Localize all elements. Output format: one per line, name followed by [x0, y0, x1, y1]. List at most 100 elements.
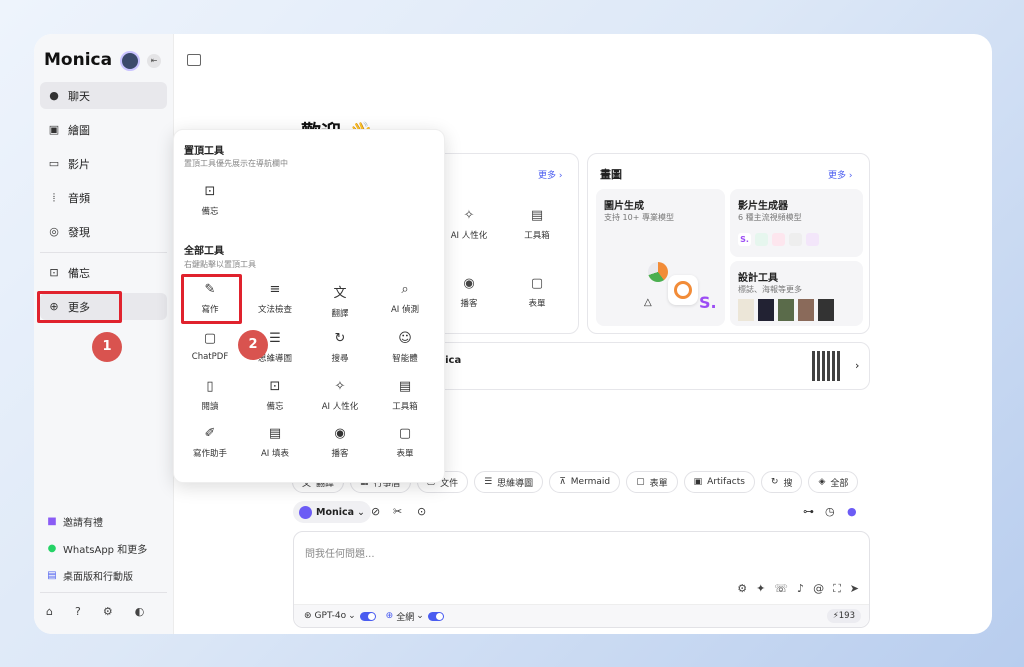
chip-search[interactable]: ↻ 搜	[760, 471, 803, 493]
magic-icon[interactable]: ✦	[756, 582, 765, 596]
tool-ai-detect[interactable]: ⌕ AI 偵測	[373, 282, 437, 315]
tool-toolbox[interactable]: ▤ 工具箱	[373, 379, 437, 412]
expand-icon[interactable]: ⛶	[833, 582, 841, 596]
tool-label: 工具箱	[392, 402, 418, 412]
footer-web-label[interactable]: 全網	[396, 610, 414, 623]
avatar[interactable]	[120, 51, 140, 71]
tools-more-link[interactable]: 更多 ›	[538, 168, 562, 181]
composer-toolbar: Monica ⌄ ⊘ ✂ ⊙ ⊶ ◷ ●	[293, 501, 992, 523]
sidebar-item-audio[interactable]: ⦙ 音頻	[40, 184, 167, 211]
ring-icon	[674, 281, 692, 299]
video-generator-tile[interactable]: 影片生成器 6 種主流視頻模型 S.	[730, 189, 863, 257]
highlight-writing	[181, 274, 242, 324]
mic-icon[interactable]: ♪	[797, 582, 804, 596]
help-icon[interactable]: ?	[75, 605, 81, 618]
chat-input[interactable]: 問我任何問題... ⚙ ✦ ☏ ♪ @ ⛶ ➤ ⊛ GPT-4o ⌄ ⊕ 全網 …	[293, 531, 870, 628]
sliders-icon[interactable]: ⊶	[803, 505, 814, 518]
tool-translate[interactable]: 文翻譯	[308, 282, 372, 319]
chip-all[interactable]: ◈ 全部	[808, 471, 859, 493]
panel-toggle-icon[interactable]	[187, 54, 201, 66]
video-model-logos: S.	[738, 233, 819, 246]
tile-label: 工具箱	[524, 231, 550, 241]
footer-label: 桌面版和行動版	[63, 572, 133, 583]
tool-podcast[interactable]: ◉ 播客	[308, 426, 372, 459]
tool-grammar[interactable]: ≡ 文法檢查	[243, 282, 307, 315]
tool-search[interactable]: ↻ 搜尋	[308, 331, 372, 364]
gift-icon: ■	[47, 516, 57, 527]
design-tools-tile[interactable]: 設計工具 標誌、海報等更多	[730, 261, 863, 326]
tile-form[interactable]: ▢ 表單	[507, 276, 567, 309]
chip-form[interactable]: ▢ 表單	[626, 471, 678, 493]
translate-icon: 文	[333, 286, 347, 301]
history-icon[interactable]: ◷	[825, 505, 835, 518]
tool-label: 閱讀	[201, 402, 219, 412]
attach-icon[interactable]: ⊘	[371, 505, 380, 518]
desktop-app-link[interactable]: ▤ 桌面版和行動版	[46, 568, 133, 583]
web-toggle[interactable]	[427, 611, 444, 621]
scissors-icon[interactable]: ✂	[393, 505, 402, 518]
tile-label: 播客	[460, 299, 478, 309]
at-icon[interactable]: @	[813, 582, 824, 596]
chip-label: 表單	[649, 478, 668, 489]
sidebar-footer-icons: ⌂ ? ⚙ ◐	[46, 605, 144, 618]
tool-label: 備忘	[266, 402, 284, 412]
chip-artifacts[interactable]: ▣ Artifacts	[683, 471, 755, 493]
model-logo-icon	[772, 233, 785, 246]
sidebar-item-video[interactable]: ▭ 影片	[40, 150, 167, 177]
chevron-down-icon: ⌄	[357, 506, 366, 518]
settings-icon[interactable]: ⚙	[103, 605, 113, 618]
whatsapp-icon: ●	[47, 543, 57, 554]
credits-badge: ⚡193	[826, 609, 861, 623]
thumbnail	[738, 299, 754, 321]
tool-ai-humanize[interactable]: ✧ AI 人性化	[308, 379, 372, 412]
tile-toolbox[interactable]: ▤ 工具箱	[507, 208, 567, 241]
chevron-down-icon: ⌄	[416, 611, 424, 621]
paint-more-link[interactable]: 更多 ›	[828, 168, 852, 181]
detect-icon: ⌕	[401, 282, 409, 297]
pinned-tool-memo[interactable]: ⊡ 備忘	[178, 184, 242, 217]
tool-agent[interactable]: ☺ 智能體	[373, 331, 437, 364]
sidebar-item-draw[interactable]: ▣ 繪圖	[40, 116, 167, 143]
tool-chatpdf[interactable]: ▢ ChatPDF	[178, 331, 242, 362]
sidebar-item-label: 音頻	[68, 191, 90, 205]
tool-label: AI 填表	[260, 449, 290, 459]
s-logo-icon: S.	[699, 293, 717, 312]
home-icon[interactable]: ⌂	[46, 605, 53, 618]
sidebar-item-memo[interactable]: ⊡ 備忘	[40, 259, 167, 286]
settings-icon[interactable]: ⚙	[737, 582, 747, 596]
chip-mermaid[interactable]: ⊼ Mermaid	[549, 471, 621, 493]
theme-icon[interactable]: ◐	[135, 605, 145, 618]
tool-form[interactable]: ▢ 表單	[373, 426, 437, 459]
humanize-icon: ✧	[334, 379, 346, 394]
tile-ai-humanize[interactable]: ✧ AI 人性化	[439, 208, 499, 241]
send-icon[interactable]: ➤	[850, 582, 859, 596]
pdf-icon: ▢	[203, 331, 217, 346]
tool-reading[interactable]: ▯ 閱讀	[178, 379, 242, 412]
model-selector[interactable]: Monica ⌄	[293, 501, 372, 523]
image-generation-tile[interactable]: 圖片生成 支持 10+ 專業模型 S. △	[596, 189, 725, 326]
chip-mindmap[interactable]: ☰ 思維導圖	[474, 471, 544, 493]
tool-writing-assistant[interactable]: ✐ 寫作助手	[178, 426, 242, 459]
whatsapp-link[interactable]: ● WhatsApp 和更多	[46, 541, 148, 556]
form-icon: ▢	[398, 426, 412, 441]
monica-icon	[299, 505, 312, 519]
tool-ai-form-fill[interactable]: ▤ AI 填表	[243, 426, 307, 459]
tool-memo[interactable]: ⊡ 備忘	[243, 379, 307, 412]
sidebar-item-label: 聊天	[68, 89, 90, 103]
model-label: Monica	[316, 506, 355, 518]
model-logo-icon	[755, 233, 768, 246]
new-chat-icon[interactable]: ●	[847, 505, 857, 518]
chevron-down-icon: ⌄	[348, 611, 356, 621]
search-icon: ↻	[770, 477, 779, 487]
chip-label: Mermaid	[570, 477, 611, 487]
tool-label: 寫作助手	[192, 449, 227, 459]
sidebar-item-discover[interactable]: ◎ 發現	[40, 218, 167, 245]
footer-model-label[interactable]: GPT-4o	[315, 611, 347, 621]
phone-icon[interactable]: ☏	[774, 582, 788, 596]
model-toggle[interactable]	[359, 611, 376, 621]
collapse-sidebar-button[interactable]: ⇤	[147, 54, 161, 68]
invite-link[interactable]: ■ 邀請有禮	[46, 514, 103, 529]
tile-podcast[interactable]: ◉ 播客	[439, 276, 499, 309]
sidebar-item-chat[interactable]: ● 聊天	[40, 82, 167, 109]
pin-icon[interactable]: ⊙	[417, 505, 426, 518]
